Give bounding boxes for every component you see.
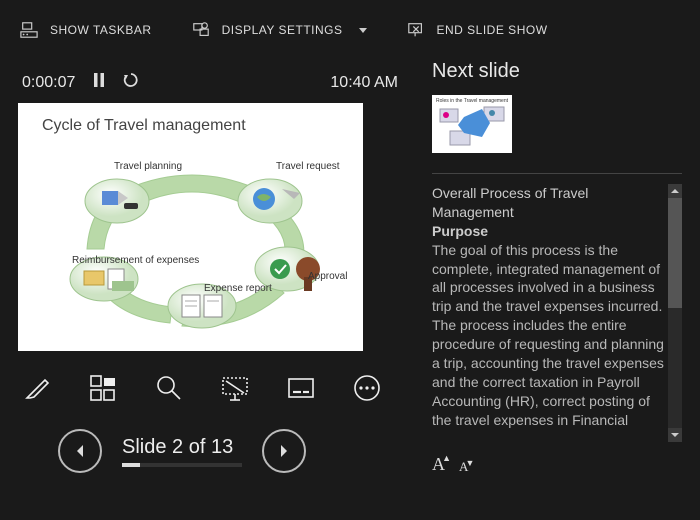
end-slideshow-label: END SLIDE SHOW bbox=[437, 23, 548, 37]
taskbar-icon bbox=[20, 21, 38, 39]
increase-font-button[interactable]: A▲ bbox=[432, 454, 445, 475]
divider bbox=[432, 173, 682, 174]
cycle-diagram bbox=[32, 151, 352, 341]
grid-icon bbox=[88, 373, 118, 403]
restart-icon bbox=[123, 72, 139, 88]
notes-body: The goal of this process is the complete… bbox=[432, 242, 664, 428]
slide-counter[interactable]: Slide 2 of 13 bbox=[122, 436, 242, 467]
chevron-down-icon bbox=[359, 28, 367, 33]
slide-title: Cycle of Travel management bbox=[42, 117, 246, 135]
notes-scroll-down-button[interactable] bbox=[668, 428, 682, 442]
decrease-font-button[interactable]: A▼ bbox=[459, 459, 468, 475]
subtitles-button[interactable] bbox=[284, 371, 318, 405]
presenter-toolbar: SHOW TASKBAR DISPLAY SETTINGS END SLIDE … bbox=[0, 0, 700, 50]
cycle-label-approval: Approval bbox=[308, 271, 347, 282]
notes-font-controls: A▲ A▼ bbox=[432, 454, 682, 475]
notes-heading: Overall Process of Travel Management bbox=[432, 185, 588, 220]
main-area: 0:00:07 10:40 AM Cycle of Travel managem… bbox=[0, 50, 700, 475]
see-all-slides-button[interactable] bbox=[86, 371, 120, 405]
cycle-label-expense: Expense report bbox=[204, 283, 272, 294]
blank-screen-icon bbox=[220, 373, 250, 403]
next-slide-thumbnail[interactable]: Roles in the Travel management bbox=[432, 95, 512, 153]
show-taskbar-button[interactable]: SHOW TASKBAR bbox=[20, 21, 152, 39]
pen-icon bbox=[22, 373, 52, 403]
speaker-notes-panel: Overall Process of Travel Management Pur… bbox=[432, 184, 682, 442]
display-settings-icon bbox=[192, 21, 210, 39]
zoom-button[interactable] bbox=[152, 371, 186, 405]
right-pane: Next slide Roles in the Travel managemen… bbox=[432, 50, 682, 475]
next-slide-button[interactable] bbox=[262, 429, 306, 473]
clock-time: 10:40 AM bbox=[330, 74, 398, 92]
subtitle-icon bbox=[286, 373, 316, 403]
elapsed-time: 0:00:07 bbox=[22, 74, 75, 92]
current-slide-preview[interactable]: Cycle of Travel management bbox=[18, 103, 363, 351]
notes-scroll-thumb[interactable] bbox=[668, 198, 682, 308]
notes-scroll-up-button[interactable] bbox=[668, 184, 682, 198]
cycle-label-request: Travel request bbox=[276, 161, 340, 172]
cycle-label-planning: Travel planning bbox=[114, 161, 182, 172]
next-slide-title: Roles in the Travel management bbox=[436, 98, 508, 104]
pause-button[interactable] bbox=[93, 73, 105, 92]
display-settings-label: DISPLAY SETTINGS bbox=[222, 23, 343, 37]
presenter-tools bbox=[18, 351, 402, 405]
display-settings-button[interactable]: DISPLAY SETTINGS bbox=[192, 21, 367, 39]
left-pane: 0:00:07 10:40 AM Cycle of Travel managem… bbox=[18, 50, 402, 475]
notes-subheading: Purpose bbox=[432, 223, 488, 239]
prev-slide-button[interactable] bbox=[58, 429, 102, 473]
pause-icon bbox=[93, 73, 105, 87]
black-screen-button[interactable] bbox=[218, 371, 252, 405]
chevron-left-icon bbox=[72, 443, 88, 459]
show-taskbar-label: SHOW TASKBAR bbox=[50, 23, 152, 37]
slide-counter-text: Slide 2 of 13 bbox=[122, 436, 242, 459]
end-show-icon bbox=[407, 21, 425, 39]
more-icon bbox=[352, 373, 382, 403]
cycle-label-reimburse: Reimbursement of expenses bbox=[72, 255, 199, 266]
restart-timer-button[interactable] bbox=[123, 72, 139, 93]
speaker-notes: Overall Process of Travel Management Pur… bbox=[432, 184, 682, 442]
magnifier-icon bbox=[154, 373, 184, 403]
more-options-button[interactable] bbox=[350, 371, 384, 405]
end-slideshow-button[interactable]: END SLIDE SHOW bbox=[407, 21, 548, 39]
next-slide-heading: Next slide bbox=[432, 60, 682, 83]
pen-tool-button[interactable] bbox=[20, 371, 54, 405]
slide-nav: Slide 2 of 13 bbox=[18, 405, 402, 473]
time-bar: 0:00:07 10:40 AM bbox=[18, 50, 402, 103]
chevron-right-icon bbox=[276, 443, 292, 459]
slide-progress bbox=[122, 463, 242, 467]
